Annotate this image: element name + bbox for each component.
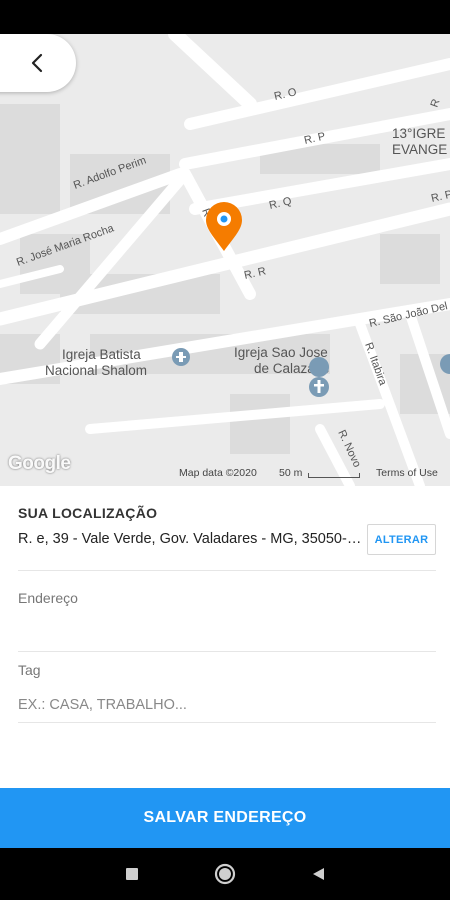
divider: [18, 570, 436, 571]
nav-home-button[interactable]: [212, 861, 238, 887]
place-label: 13°IGRE: [392, 126, 445, 141]
current-address: R. e, 39 - Vale Verde, Gov. Valadares - …: [18, 531, 364, 547]
chevron-left-icon: [31, 53, 43, 73]
place-label: Igreja Sao Jose: [234, 345, 328, 360]
address-field[interactable]: [18, 620, 436, 646]
place-label: Nacional Shalom: [45, 363, 147, 378]
save-address-button[interactable]: SALVAR ENDEREÇO: [0, 788, 450, 848]
scale-label: 50 m: [279, 467, 303, 479]
terms-link[interactable]: Terms of Use: [376, 467, 438, 479]
divider: [18, 722, 436, 723]
google-logo: Google: [8, 453, 71, 474]
system-nav-bar: [0, 848, 450, 900]
place-label: EVANGE: [392, 142, 447, 157]
circle-icon: [214, 863, 236, 885]
divider: [18, 651, 436, 652]
status-bar: [0, 0, 450, 34]
triangle-back-icon: [313, 868, 324, 880]
church-icon: [172, 348, 190, 366]
scale-bar: [308, 473, 360, 478]
tag-field-label: Tag: [18, 662, 41, 678]
tag-field[interactable]: [18, 692, 436, 718]
location-title: SUA LOCALIZAÇÃO: [18, 505, 158, 521]
back-button[interactable]: [0, 34, 76, 92]
map-canvas: R. O R. P R. Q R. R R. Adolfo Perim R. J…: [0, 34, 450, 486]
address-field-label: Endereço: [18, 590, 78, 606]
nav-back-button[interactable]: [305, 861, 331, 887]
square-icon: [126, 868, 138, 880]
map-data-attribution: Map data ©2020: [179, 467, 257, 479]
change-location-button[interactable]: ALTERAR: [367, 524, 436, 555]
nav-recents-button[interactable]: [119, 861, 145, 887]
place-label: Igreja Batista: [62, 347, 141, 362]
map-view[interactable]: R. O R. P R. Q R. R R. Adolfo Perim R. J…: [0, 34, 450, 486]
